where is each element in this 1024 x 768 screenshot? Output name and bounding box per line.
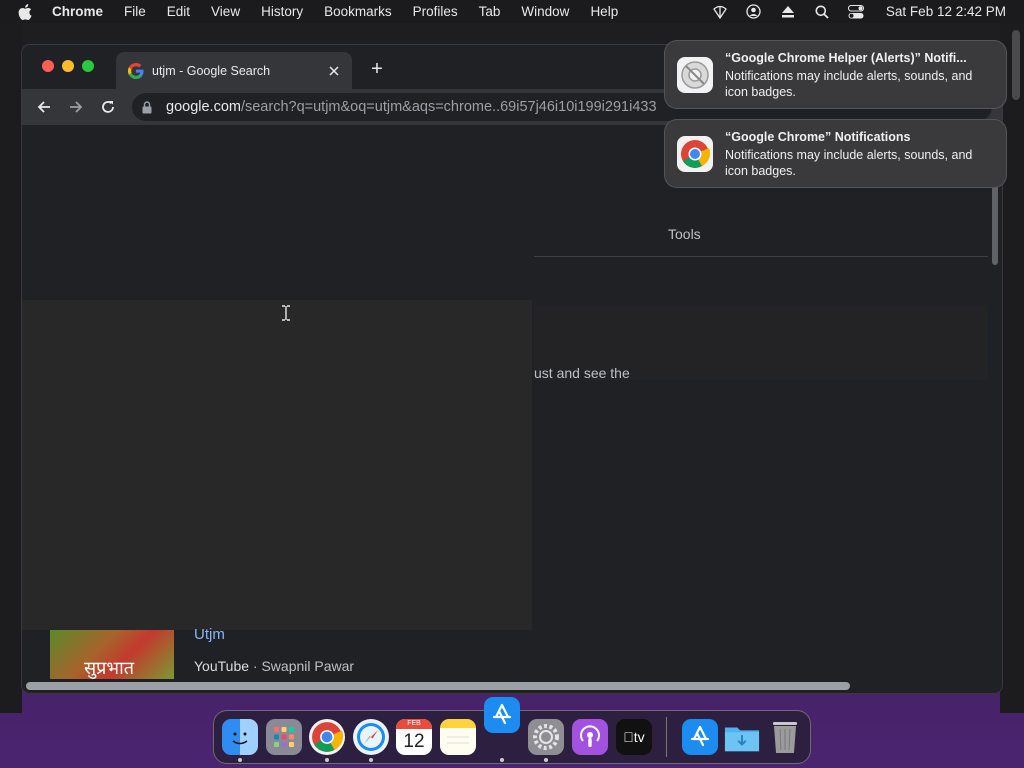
menu-window[interactable]: Window xyxy=(521,4,569,19)
menu-edit[interactable]: Edit xyxy=(167,4,190,19)
finder-running-dot xyxy=(238,758,242,762)
horizontal-scrollbar-thumb[interactable] xyxy=(26,682,850,690)
close-tab-icon[interactable] xyxy=(326,63,342,79)
google-g-icon xyxy=(128,62,144,79)
minimize-window-button[interactable] xyxy=(62,60,74,72)
reload-icon xyxy=(102,101,114,113)
dock-separator xyxy=(666,717,667,757)
result-title-link[interactable]: Utjm xyxy=(194,626,225,643)
safari-running-dot xyxy=(369,758,373,762)
menu-bar: Chrome File Edit View History Bookmarks … xyxy=(0,0,1024,23)
calendar-day: 12 xyxy=(403,731,425,752)
apple-logo-icon:  xyxy=(623,729,634,745)
tools-button[interactable]: Tools xyxy=(668,226,701,242)
chrome-icon xyxy=(677,136,713,172)
forward-button[interactable] xyxy=(66,97,86,117)
spotlight-search-icon[interactable] xyxy=(814,4,830,20)
eject-icon[interactable] xyxy=(780,4,796,20)
app-store-running-dot xyxy=(500,758,504,762)
trash-icon[interactable] xyxy=(767,719,803,755)
app-store-icon[interactable] xyxy=(682,719,718,755)
tv-label-text: tv xyxy=(628,729,645,745)
menu-history[interactable]: History xyxy=(261,4,303,19)
system-preferences-running-dot xyxy=(544,758,548,762)
desktop-background-left xyxy=(0,23,22,713)
arrow-left-icon xyxy=(37,101,50,113)
app-store-icon-bouncing[interactable] xyxy=(484,697,520,733)
tab-title: utjm - Google Search xyxy=(152,63,271,78)
result-source-author: Swapnil Pawar xyxy=(261,658,355,674)
arrow-right-icon xyxy=(70,101,83,113)
menu-bookmarks[interactable]: Bookmarks xyxy=(324,4,392,19)
chrome-dock-icon[interactable] xyxy=(309,719,345,755)
menu-file[interactable]: File xyxy=(124,4,146,19)
notification-chrome-helper[interactable]: “Google Chrome Helper (Alerts)” Notifi..… xyxy=(665,41,1006,108)
url-host: google.com xyxy=(166,99,241,115)
reload-button[interactable] xyxy=(98,97,118,117)
menu-tab[interactable]: Tab xyxy=(479,4,501,19)
menu-view[interactable]: View xyxy=(211,4,240,19)
tv-icon[interactable]: tv xyxy=(616,719,652,755)
menu-app-name[interactable]: Chrome xyxy=(52,4,103,19)
result-source-separator: · xyxy=(249,658,262,674)
result-source-site: YouTube xyxy=(194,658,250,674)
tv-label: tv xyxy=(623,729,644,745)
chrome-running-dot xyxy=(325,758,329,762)
lock-icon[interactable] xyxy=(142,100,156,114)
notification-google-chrome[interactable]: “Google Chrome” Notifications Notificati… xyxy=(665,120,1006,187)
finder-icon[interactable] xyxy=(222,719,258,755)
calendar-month: FEB xyxy=(396,719,432,729)
chrome-helper-icon xyxy=(677,57,713,93)
calendar-icon[interactable]: FEB 12 xyxy=(396,719,432,755)
result-snippet: ust and see the xyxy=(534,365,630,381)
menu-help[interactable]: Help xyxy=(590,4,618,19)
page-content: Tools ust and see the सुप्रभात Utjm YouT… xyxy=(22,125,988,679)
dock: FEB 12 tv xyxy=(213,697,811,764)
notification-title: “Google Chrome Helper (Alerts)” Notifi..… xyxy=(725,51,967,65)
vertical-scrollbar-thumb[interactable] xyxy=(992,185,998,265)
fullscreen-window-button[interactable] xyxy=(82,60,94,72)
system-preferences-icon[interactable] xyxy=(528,719,564,755)
wifi-off-icon[interactable] xyxy=(712,4,728,20)
close-window-button[interactable] xyxy=(42,60,54,72)
vertical-scrollbar[interactable] xyxy=(990,125,1002,679)
result-source: YouTube · Swapnil Pawar xyxy=(194,658,354,674)
podcasts-icon[interactable] xyxy=(572,719,608,755)
notification-title: “Google Chrome” Notifications xyxy=(725,130,911,144)
menubar-clock[interactable]: Sat Feb 12 2:42 PM xyxy=(886,4,1006,19)
notes-icon[interactable] xyxy=(440,719,476,755)
divider xyxy=(534,256,988,257)
safari-icon[interactable] xyxy=(353,719,389,755)
video-thumbnail[interactable]: सुप्रभात xyxy=(50,630,174,679)
control-center-icon[interactable] xyxy=(847,4,864,20)
content-panel xyxy=(22,300,532,630)
back-button[interactable] xyxy=(34,97,54,117)
url-path: /search?q=utjm&oq=utjm&aqs=chrome..69i57… xyxy=(240,99,657,115)
notification-body: Notifications may include alerts, sounds… xyxy=(725,69,973,99)
desktop-scrollbar[interactable] xyxy=(1012,30,1020,100)
thumbnail-text: सुप्रभात xyxy=(84,658,134,679)
launchpad-icon[interactable] xyxy=(266,719,302,755)
search-result-video[interactable]: सुप्रभात Utjm YouTube · Swapnil Pawar xyxy=(22,626,532,679)
text-cursor-icon xyxy=(282,305,290,321)
horizontal-scrollbar[interactable] xyxy=(22,679,1002,693)
menu-profiles[interactable]: Profiles xyxy=(413,4,458,19)
new-tab-button[interactable]: + xyxy=(367,59,387,79)
downloads-folder-icon[interactable] xyxy=(724,719,760,755)
user-account-icon[interactable] xyxy=(746,4,762,20)
tab-google-search[interactable]: utjm - Google Search xyxy=(116,52,352,89)
apple-menu-icon[interactable] xyxy=(18,3,38,20)
window-controls xyxy=(42,60,94,72)
notification-body: Notifications may include alerts, sounds… xyxy=(725,148,973,178)
